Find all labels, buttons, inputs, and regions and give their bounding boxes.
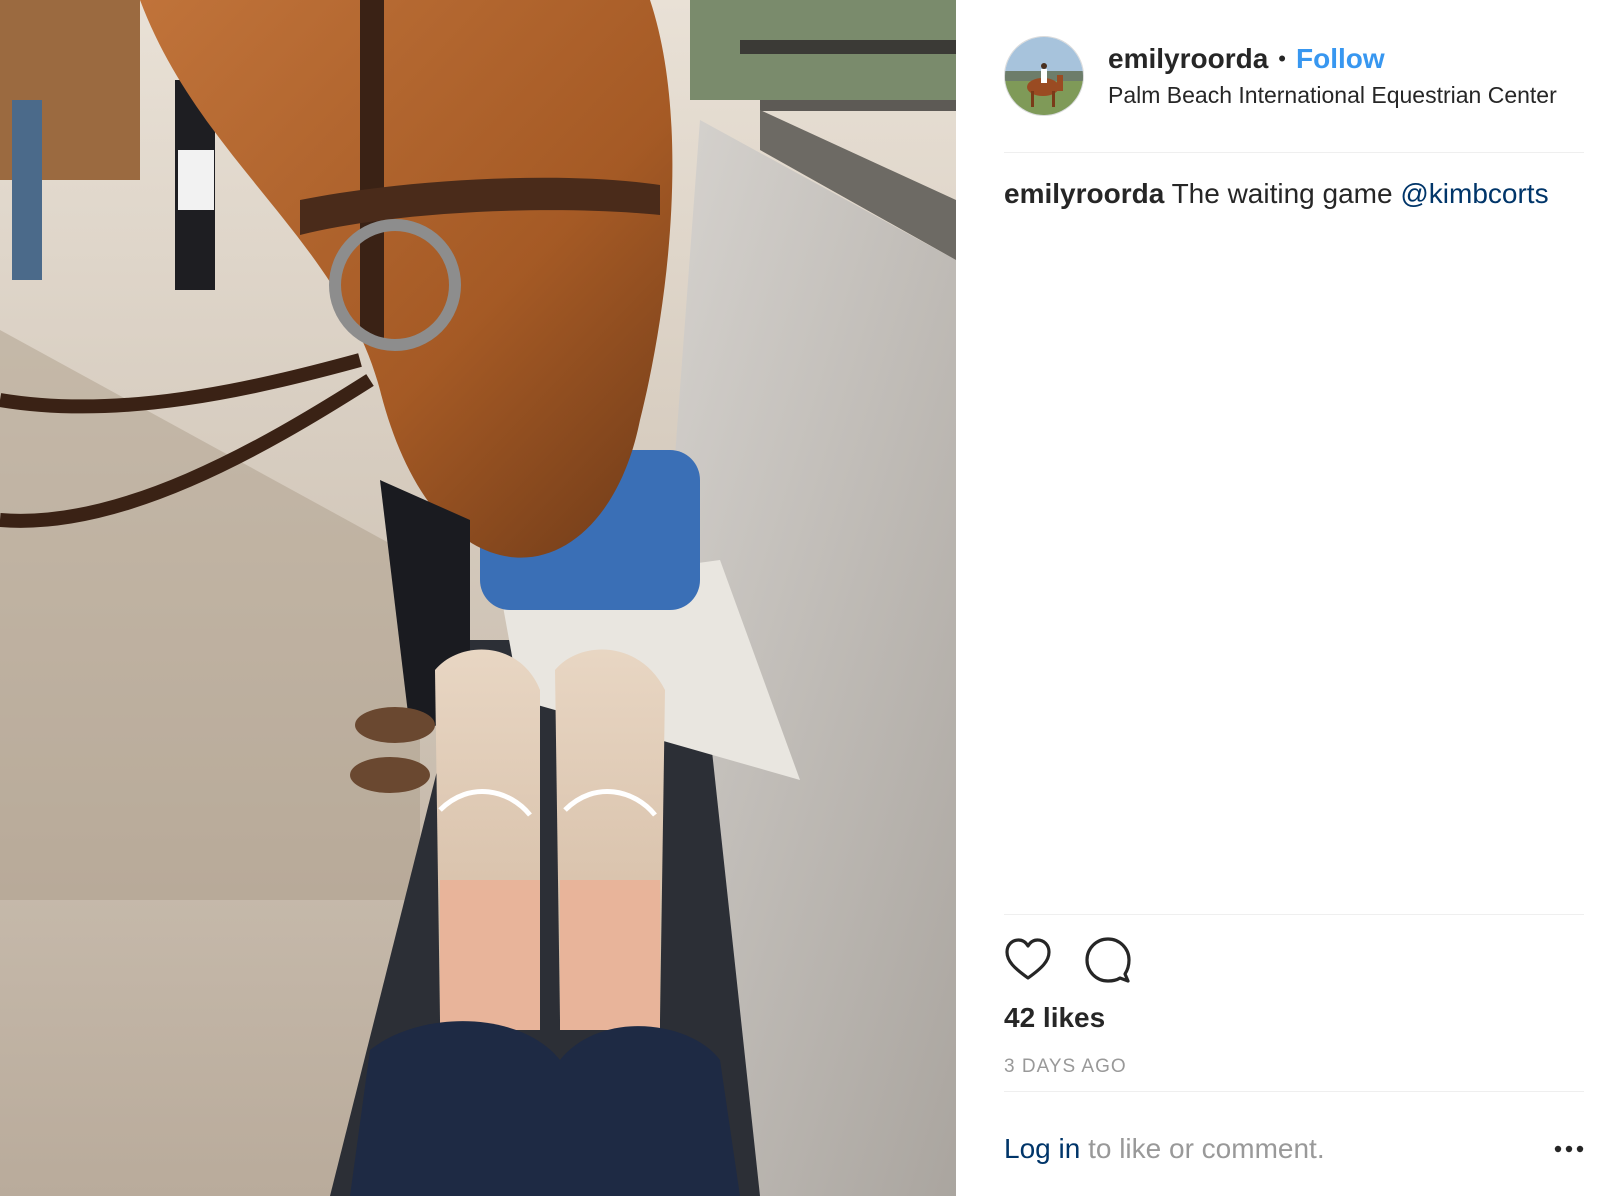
post-timestamp[interactable]: 3 DAYS AGO bbox=[1004, 1054, 1127, 1080]
caption: emilyroorda The waiting game @kimbcorts bbox=[1004, 176, 1584, 212]
username-link[interactable]: emilyroorda bbox=[1108, 42, 1268, 76]
comment-button[interactable] bbox=[1084, 936, 1132, 984]
post-header: emilyroorda • Follow Palm Beach Internat… bbox=[1004, 36, 1584, 116]
instagram-post: emilyroorda • Follow Palm Beach Internat… bbox=[0, 0, 1616, 1196]
action-bar bbox=[1004, 936, 1164, 984]
heart-icon bbox=[1005, 938, 1051, 980]
mention-link[interactable]: @kimbcorts bbox=[1400, 178, 1548, 209]
post-photo[interactable] bbox=[0, 0, 956, 1196]
caption-username-link[interactable]: emilyroorda bbox=[1004, 178, 1164, 209]
separator-dot: • bbox=[1278, 46, 1286, 71]
avatar[interactable] bbox=[1004, 36, 1084, 116]
more-options-button[interactable] bbox=[1554, 1140, 1584, 1158]
divider bbox=[1004, 1091, 1584, 1092]
avatar-image bbox=[1005, 37, 1083, 115]
follow-button[interactable]: Follow bbox=[1296, 42, 1385, 76]
ellipsis-icon bbox=[1554, 1145, 1584, 1153]
header-text: emilyroorda • Follow Palm Beach Internat… bbox=[1108, 42, 1584, 110]
divider bbox=[1004, 152, 1584, 153]
post-photo-image bbox=[0, 0, 956, 1196]
like-button[interactable] bbox=[1004, 936, 1052, 984]
comment-icon bbox=[1085, 937, 1131, 983]
likes-count[interactable]: 42 likes bbox=[1004, 1000, 1105, 1036]
login-prompt-text: to like or comment. bbox=[1088, 1133, 1325, 1164]
post-side-panel: emilyroorda • Follow Palm Beach Internat… bbox=[956, 0, 1616, 1196]
user-line: emilyroorda • Follow bbox=[1108, 42, 1584, 76]
login-link[interactable]: Log in bbox=[1004, 1133, 1080, 1164]
login-prompt: Log in to like or comment. bbox=[1004, 1132, 1325, 1166]
location-link[interactable]: Palm Beach International Equestrian Cent… bbox=[1108, 80, 1584, 110]
divider bbox=[1004, 914, 1584, 915]
caption-text: The waiting game bbox=[1171, 178, 1393, 209]
